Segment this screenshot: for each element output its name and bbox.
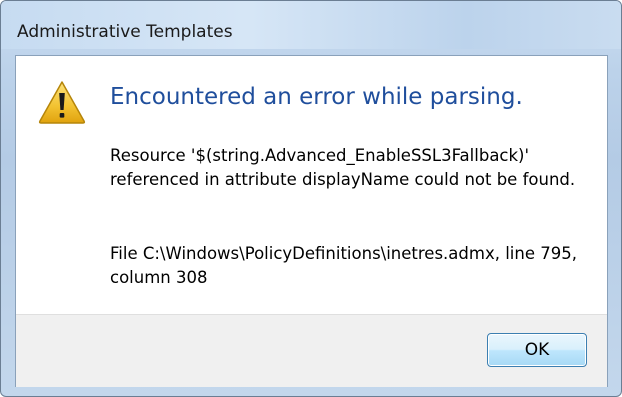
dialog-client-area: Encountered an error while parsing. Reso… <box>15 55 608 387</box>
error-file-location: File C:\Windows\PolicyDefinitions\inetre… <box>110 244 577 287</box>
main-instruction: Encountered an error while parsing. <box>110 84 523 110</box>
dialog-footer: OK <box>16 314 607 387</box>
warning-icon <box>38 81 86 124</box>
dialog-window: Administrative Templates Encountered an … <box>0 0 622 397</box>
window-title: Administrative Templates <box>17 22 233 42</box>
ok-button[interactable]: OK <box>487 333 587 367</box>
title-bar[interactable]: Administrative Templates <box>1 1 621 49</box>
dialog-content: Encountered an error while parsing. Reso… <box>16 56 607 314</box>
error-message: Resource '$(string.Advanced_EnableSSL3Fa… <box>110 146 576 189</box>
